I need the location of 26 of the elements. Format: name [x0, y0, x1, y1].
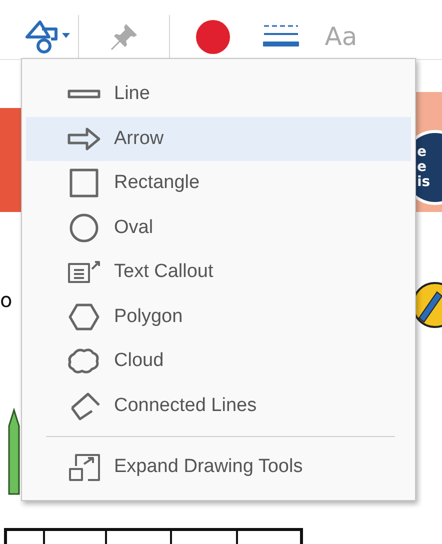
menu-item-label: Polygon: [114, 306, 183, 328]
shapes-icon: [24, 18, 72, 54]
cloud-icon: [66, 346, 102, 376]
menu-item-label: Line: [114, 83, 150, 106]
menu-item[interactable]: Oval: [26, 206, 411, 250]
badge-text: e: [417, 145, 426, 160]
menu-item[interactable]: Expand Drawing Tools: [26, 445, 411, 490]
menu-item-label: Arrow: [114, 128, 164, 150]
hexagon-icon: [66, 302, 102, 332]
menu-item[interactable]: Line: [26, 72, 411, 116]
menu-item-label: Connected Lines: [114, 394, 257, 417]
menu-item-label: Oval: [114, 216, 154, 239]
expand-icon: [66, 452, 102, 482]
menu-item[interactable]: Cloud: [26, 339, 411, 384]
menu-item-label: Text Callout: [114, 261, 214, 284]
menu-item[interactable]: Text Callout: [26, 250, 411, 294]
badge-text: e: [417, 160, 426, 175]
menu-item-label: Expand Drawing Tools: [114, 456, 303, 478]
menu-item-label: Cloud: [114, 350, 164, 372]
menu-item[interactable]: Polygon: [26, 294, 411, 339]
menu-item[interactable]: Rectangle: [26, 161, 411, 206]
menu-item-label: Rectangle: [114, 172, 200, 194]
badge-text: is: [417, 175, 430, 190]
page-text: o: [0, 288, 12, 312]
menu-item[interactable]: Arrow: [26, 116, 411, 161]
menu-item[interactable]: Connected Lines: [26, 384, 411, 428]
